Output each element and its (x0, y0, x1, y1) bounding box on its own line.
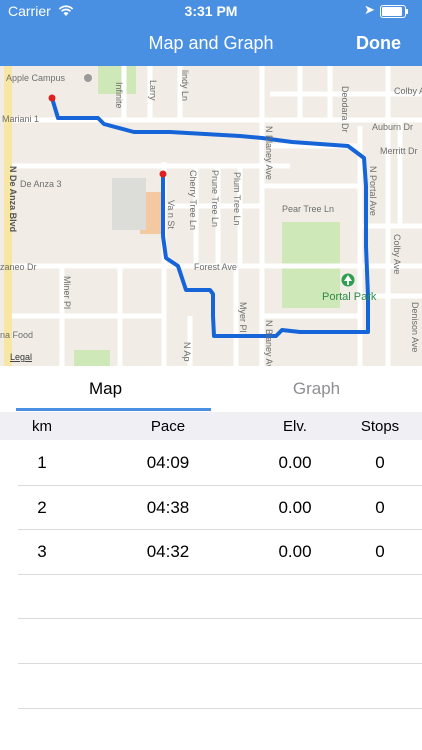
row-divider (18, 663, 422, 664)
status-time: 3:31 PM (184, 3, 238, 19)
battery-icon (380, 5, 408, 18)
map-label-cherry-tree-ln: Cherry Tree Ln (188, 170, 198, 230)
map-label-portal-park: Portal Park (322, 291, 377, 303)
map-label-na-food: na Food (0, 330, 33, 340)
map-label-pear-tree-ln: Pear Tree Ln (282, 204, 334, 214)
column-header-km: km (32, 418, 52, 435)
building-area (112, 178, 146, 230)
row-divider (18, 574, 422, 575)
active-tab-indicator (16, 408, 211, 411)
map-label-n-ap: N Ap (182, 342, 192, 362)
map-legal-link[interactable]: Legal (10, 352, 32, 362)
map-label-infinite: Infinite (114, 82, 124, 109)
map-label-plum-tree-ln: Plum Tree Ln (232, 172, 242, 226)
map-label-miner-pl: Miner Pl (62, 276, 72, 309)
map-label-mariani: Mariani 1 (2, 114, 39, 124)
map-label-auburn-dr: Auburn Dr (372, 122, 413, 132)
done-button[interactable]: Done (356, 33, 401, 54)
map-label-deodara-dr: Deodara Dr (340, 86, 350, 133)
row-divider (18, 618, 422, 619)
location-arrow-icon: ➤ (364, 2, 375, 17)
row-divider (18, 708, 422, 709)
map-label-forest-ave: Forest Ave (194, 262, 237, 272)
cell-stops: 0 (375, 542, 385, 561)
table-row[interactable]: 2 04:38 0.00 0 (0, 486, 422, 530)
cell-km: 1 (37, 453, 47, 472)
cell-pace: 04:38 (146, 498, 190, 517)
cell-elv: 0.00 (278, 542, 312, 561)
tab-map[interactable]: Map (0, 366, 211, 412)
column-header-pace: Pace (150, 418, 186, 435)
segmented-tabs: Map Graph (0, 366, 422, 412)
map-label-prune-tree-ln: Prune Tree Ln (210, 170, 220, 227)
navigation-header: Carrier 3:31 PM ➤ Map and Graph Done (0, 0, 422, 66)
map-label-denison-ave: Denison Ave (410, 302, 420, 352)
cell-stops: 0 (375, 453, 385, 472)
route-start-pin (48, 94, 56, 102)
tab-graph[interactable]: Graph (211, 366, 422, 412)
map-label-lindy-ln: lindy Ln (180, 70, 190, 101)
map-label-zaneo-dr: zaneo Dr (0, 262, 37, 272)
cell-elv: 0.00 (278, 453, 312, 472)
map-label-apple-campus: Apple Campus (6, 73, 66, 83)
status-bar: Carrier 3:31 PM ➤ (0, 0, 422, 22)
map-label-myer-pl: Myer Pl (238, 302, 248, 333)
map-label-n-de-anza-blvd: N De Anza Blvd (8, 166, 18, 232)
map-label-merritt-dr: Merritt Dr (380, 146, 418, 156)
cell-km: 2 (37, 498, 47, 517)
map-label-colby-ave-top: Colby Ave (394, 86, 422, 96)
map-label-n-blaney-ave-lower: N Blaney Ave (264, 320, 274, 366)
column-header-elv: Elv. (283, 418, 307, 435)
map-label-larry: Larry (148, 80, 158, 101)
map-label-de-anza-3: De Anza 3 (20, 179, 62, 189)
route-map[interactable]: Apple Campus Mariani 1 De Anza 3 N De An… (0, 66, 422, 366)
cell-pace: 04:09 (146, 453, 190, 472)
map-label-colby-ave: Colby Ave (392, 234, 402, 274)
cell-elv: 0.00 (278, 498, 312, 517)
cell-pace: 04:32 (146, 542, 190, 561)
cell-stops: 0 (375, 498, 385, 517)
map-label-n-portal-ave: N Portal Ave (368, 166, 378, 216)
map-canvas: Apple Campus Mariani 1 De Anza 3 N De An… (0, 66, 422, 366)
table-row[interactable]: 3 04:32 0.00 0 (0, 530, 422, 574)
map-label-van-st: Va n St (166, 200, 176, 229)
cell-km: 3 (37, 542, 47, 561)
table-header: km Pace Elv. Stops (0, 412, 422, 440)
route-end-pin (159, 170, 167, 178)
table-row[interactable]: 1 04:09 0.00 0 (0, 441, 422, 485)
park-area (74, 350, 110, 366)
apple-campus-pin-icon (84, 74, 92, 82)
column-header-stops: Stops (360, 418, 400, 435)
map-label-n-blaney-ave: N Blaney Ave (264, 126, 274, 180)
